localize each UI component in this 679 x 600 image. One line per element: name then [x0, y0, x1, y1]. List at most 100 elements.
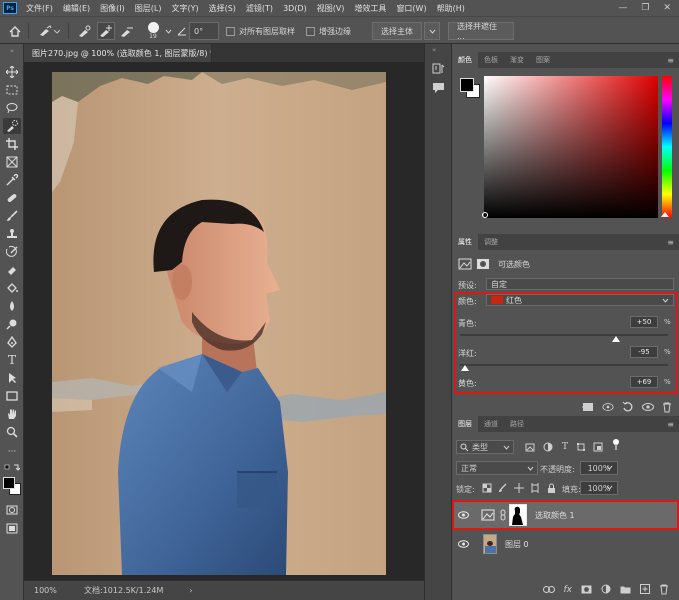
preset-dropdown[interactable]: 自定: [486, 278, 674, 290]
tab-layers[interactable]: 图层: [452, 416, 478, 432]
colors-dropdown[interactable]: 红色: [486, 294, 674, 306]
delete-layer-icon[interactable]: [659, 584, 669, 597]
select-subject-dropdown[interactable]: [424, 22, 440, 40]
color-panel-swatches[interactable]: [458, 76, 482, 100]
fill-chevron-icon[interactable]: [606, 483, 613, 492]
type-tool-icon[interactable]: T: [3, 352, 21, 368]
layer-name[interactable]: 选取颜色 1: [535, 510, 575, 521]
swap-colors-icon[interactable]: [3, 462, 21, 474]
layer-mask-thumbnail[interactable]: [509, 504, 527, 526]
tab-channels[interactable]: 通道: [478, 416, 504, 432]
reset-icon[interactable]: [622, 401, 634, 413]
view-previous-state-icon[interactable]: [602, 401, 614, 413]
tab-patterns[interactable]: 图案: [530, 52, 556, 68]
magenta-value-input[interactable]: -95: [630, 346, 658, 358]
lock-image-icon[interactable]: [497, 482, 509, 494]
canvas-area[interactable]: [24, 62, 424, 580]
lock-position-icon[interactable]: [513, 482, 525, 494]
brush-size-picker[interactable]: 19: [142, 22, 164, 40]
screen-mode-icon[interactable]: [3, 520, 21, 536]
menu-3d[interactable]: 3D(D): [278, 4, 312, 13]
tab-adjustments[interactable]: 调整: [478, 234, 504, 250]
tab-paths[interactable]: 路径: [504, 416, 530, 432]
layers-menu-icon[interactable]: ≡: [667, 416, 679, 432]
menu-image[interactable]: 图像(I): [95, 3, 130, 14]
hue-slider[interactable]: [662, 76, 672, 218]
delete-icon[interactable]: [661, 401, 673, 413]
add-to-selection-icon[interactable]: [97, 22, 115, 40]
filter-toggle-icon[interactable]: [610, 439, 622, 451]
history-brush-tool-icon[interactable]: [3, 244, 21, 260]
tab-swatches[interactable]: 色板: [478, 52, 504, 68]
brush-tool-icon[interactable]: [3, 208, 21, 224]
lock-artboard-icon[interactable]: [529, 482, 541, 494]
marquee-tool-icon[interactable]: [3, 82, 21, 98]
new-fill-adjustment-icon[interactable]: [601, 584, 611, 596]
tab-color[interactable]: 颜色: [452, 52, 478, 68]
eraser-tool-icon[interactable]: [3, 262, 21, 278]
hand-tool-icon[interactable]: [3, 406, 21, 422]
zoom-level[interactable]: 100%: [34, 586, 74, 595]
layer-mask-icon[interactable]: [476, 258, 490, 270]
new-selection-icon[interactable]: [76, 22, 94, 40]
eyedropper-tool-icon[interactable]: [3, 172, 21, 188]
filter-shape-icon[interactable]: [575, 441, 587, 453]
comments-panel-icon[interactable]: [432, 82, 445, 96]
filter-adjustment-icon[interactable]: [542, 441, 554, 453]
tab-gradients[interactable]: 渐变: [504, 52, 530, 68]
tool-preset-picker[interactable]: [34, 22, 64, 40]
history-panel-icon[interactable]: [432, 62, 445, 77]
properties-menu-icon[interactable]: ≡: [667, 234, 679, 250]
path-selection-tool-icon[interactable]: [3, 370, 21, 386]
color-picker-field[interactable]: [484, 76, 658, 218]
chevron-down-icon[interactable]: [164, 22, 172, 40]
more-tools-icon[interactable]: ···: [3, 444, 21, 460]
select-subject-button[interactable]: 选择主体: [372, 22, 422, 40]
menu-view[interactable]: 视图(V): [312, 3, 350, 14]
filter-smart-object-icon[interactable]: [592, 441, 604, 453]
close-icon[interactable]: ✕: [663, 3, 671, 13]
clip-to-layer-icon[interactable]: [582, 401, 594, 413]
visibility-eye-icon[interactable]: [458, 540, 469, 548]
frame-tool-icon[interactable]: [3, 154, 21, 170]
panel-foreground-swatch[interactable]: [460, 78, 474, 92]
clone-stamp-tool-icon[interactable]: [3, 226, 21, 242]
move-tool-icon[interactable]: [3, 64, 21, 80]
filter-type-icon[interactable]: T: [559, 441, 571, 453]
menu-help[interactable]: 帮助(H): [432, 3, 470, 14]
menu-file[interactable]: 文件(F): [21, 3, 58, 14]
healing-brush-tool-icon[interactable]: [3, 190, 21, 206]
menu-layer[interactable]: 图层(L): [130, 3, 167, 14]
expand-panels-icon[interactable]: «: [432, 46, 436, 54]
cyan-value-input[interactable]: +50: [630, 316, 658, 328]
layer-style-fx-icon[interactable]: fx: [564, 585, 573, 595]
cyan-slider-track[interactable]: [460, 334, 668, 336]
document-info[interactable]: 文档:1012.5K/1.24M: [84, 585, 163, 596]
menu-select[interactable]: 选择(S): [204, 3, 241, 14]
zoom-tool-icon[interactable]: [3, 424, 21, 440]
hue-slider-thumb[interactable]: [661, 212, 669, 217]
lock-all-icon[interactable]: [545, 482, 557, 494]
magenta-slider-thumb[interactable]: [461, 365, 470, 371]
paint-bucket-tool-icon[interactable]: [3, 280, 21, 296]
document-canvas-photo[interactable]: [52, 72, 386, 575]
panel-menu-icon[interactable]: ≡: [667, 52, 679, 68]
visibility-eye-icon[interactable]: [642, 401, 654, 413]
chain-link-icon[interactable]: [500, 509, 506, 521]
angle-input[interactable]: 0°: [189, 22, 219, 40]
select-and-mask-button[interactable]: 选择并遮住 ...: [448, 22, 514, 41]
pen-tool-icon[interactable]: [3, 334, 21, 350]
menu-window[interactable]: 窗口(W): [391, 3, 431, 14]
magenta-slider-track[interactable]: [460, 364, 668, 366]
cyan-slider-thumb[interactable]: [612, 336, 620, 342]
color-swatches[interactable]: [2, 476, 22, 496]
restore-icon[interactable]: ❐: [641, 3, 649, 13]
menu-filter[interactable]: 滤镜(T): [241, 3, 278, 14]
layer-name[interactable]: 图层 0: [505, 539, 529, 550]
enhance-edge-checkbox[interactable]: 增强边缘: [306, 22, 351, 40]
home-icon[interactable]: [6, 22, 24, 40]
blur-tool-icon[interactable]: [3, 298, 21, 314]
rectangle-tool-icon[interactable]: [3, 388, 21, 404]
new-layer-icon[interactable]: [640, 584, 650, 596]
quick-mask-icon[interactable]: [3, 502, 21, 518]
